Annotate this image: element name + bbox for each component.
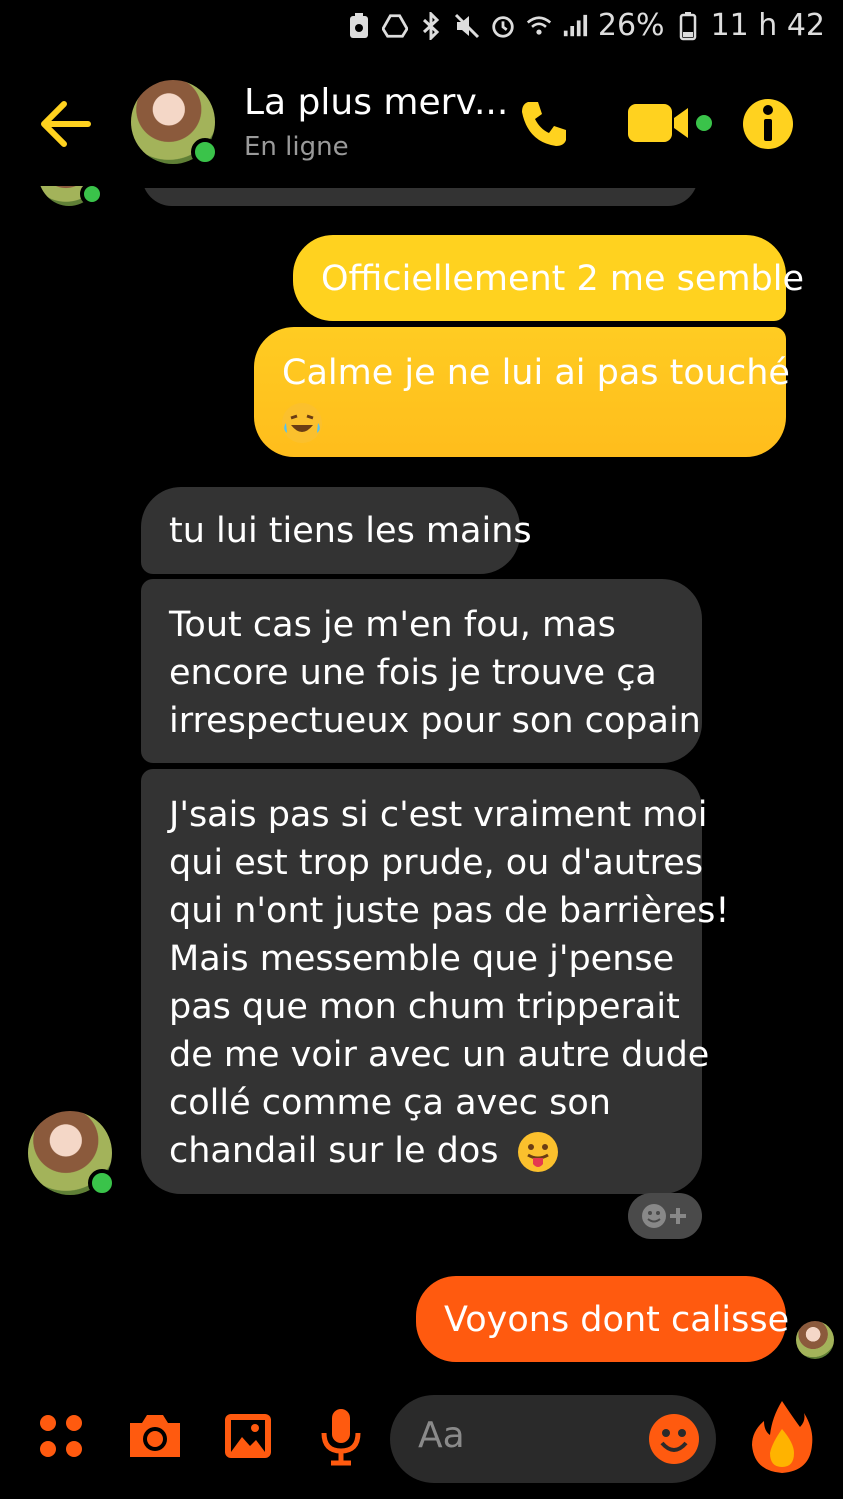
phone-icon[interactable] (514, 94, 574, 154)
received-message[interactable]: Tout cas je m'en fou, mas encore une foi… (141, 579, 702, 763)
contact-name[interactable]: La plus merv... (244, 82, 508, 123)
message-text: pas que mon chum tripperait (169, 987, 680, 1027)
message-text: Tout cas je m'en fou, mas (169, 605, 616, 645)
received-message[interactable]: tu lui tiens les mains (141, 487, 532, 574)
message-text: Mais messemble que j'pense (169, 939, 675, 979)
fire-icon[interactable] (750, 1399, 814, 1475)
back-arrow-icon[interactable] (38, 96, 94, 152)
image-icon[interactable] (222, 1409, 274, 1463)
info-icon[interactable] (740, 96, 796, 152)
online-status-dot (88, 1169, 116, 1197)
message-composer: Aa (0, 1395, 843, 1485)
message-input-placeholder: Aa (418, 1415, 465, 1456)
message-text: collé comme ça avec son (169, 1083, 611, 1123)
signal-icon (562, 12, 588, 40)
message-text: Officiellement 2 me semble (321, 259, 805, 299)
tongue-out-emoji (517, 1132, 558, 1172)
message-text: qui est trop prude, ou d'autres (169, 843, 704, 883)
online-status-dot (191, 138, 219, 166)
bluetooth-icon (418, 11, 444, 40)
sent-message[interactable]: Calme je ne lui ai pas touché (254, 327, 790, 457)
message-text: J'sais pas si c'est vraiment moi (169, 795, 708, 835)
message-text: qui n'ont juste pas de barrières! (169, 891, 730, 931)
add-reaction-icon (642, 1204, 686, 1228)
drive-icon (381, 12, 408, 40)
message-text: encore une fois je trouve ça (169, 653, 657, 693)
read-receipt-avatar (796, 1321, 834, 1359)
alarm-icon (490, 12, 516, 40)
camera-icon[interactable] (126, 1409, 184, 1463)
presence-status: En ligne (244, 132, 349, 162)
add-reaction-button[interactable] (628, 1193, 702, 1239)
battery-icon (675, 11, 701, 40)
contact-avatar-small[interactable] (28, 1111, 116, 1197)
message-text: de me voir avec un autre dude (169, 1035, 710, 1075)
battery-percent: 26% (597, 8, 665, 43)
sent-message[interactable]: Officiellement 2 me semble (293, 235, 805, 321)
message-text: tu lui tiens les mains (169, 511, 532, 551)
sent-message[interactable]: Voyons dont calisse (416, 1276, 790, 1362)
message-text: Calme je ne lui ai pas touché (282, 353, 790, 393)
recycle-icon (346, 12, 372, 40)
wifi-icon (526, 12, 552, 40)
received-message[interactable]: J'sais pas si c'est vraiment moi qui est… (141, 769, 730, 1194)
video-camera-icon[interactable] (626, 98, 716, 148)
conversation-header: La plus merv... En ligne (0, 62, 843, 186)
clock: 11 h 42 (710, 8, 825, 43)
laughing-tears-emoji (282, 403, 322, 443)
apps-icon[interactable] (38, 1413, 84, 1459)
contact-avatar[interactable] (131, 80, 219, 166)
status-bar: 26% 11 h 42 (0, 0, 843, 58)
message-text: chandail sur le dos (169, 1131, 499, 1171)
emoji-icon[interactable] (648, 1413, 700, 1465)
message-input[interactable]: Aa (390, 1395, 716, 1483)
mute-icon (454, 12, 480, 40)
message-text: irrespectueux pour son copain (169, 701, 701, 741)
message-text: Voyons dont calisse (444, 1300, 790, 1340)
microphone-icon[interactable] (318, 1407, 364, 1467)
